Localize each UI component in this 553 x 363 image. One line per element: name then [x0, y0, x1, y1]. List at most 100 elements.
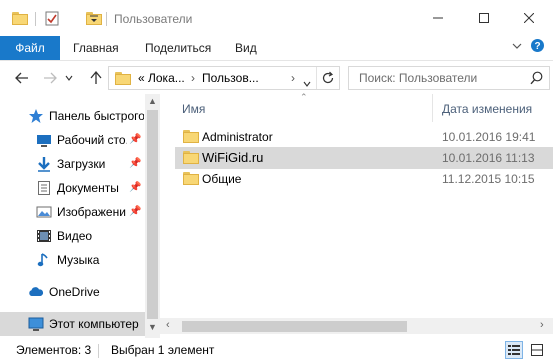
nav-item-label: Панель быстрого	[49, 109, 144, 123]
nav-item-label: OneDrive	[49, 285, 100, 299]
file-list: ⌃ Имя Дата изменения Administrator 10.01…	[160, 92, 553, 338]
scroll-right-icon[interactable]: ›	[540, 319, 544, 331]
maximize-button[interactable]	[461, 5, 507, 31]
selection-count: Выбран 1 элемент	[111, 343, 215, 357]
large-icons-view-button[interactable]	[528, 341, 546, 359]
horizontal-scrollbar[interactable]: ‹ ›	[160, 318, 553, 334]
address-divider	[316, 67, 317, 89]
breadcrumb-local-disk[interactable]: Лока...	[148, 71, 185, 85]
item-count: Элементов: 3	[16, 343, 92, 357]
nav-item-label: Видео	[57, 229, 93, 243]
expand-ribbon-icon[interactable]	[512, 41, 522, 53]
help-icon[interactable]: ?	[530, 38, 545, 56]
back-button[interactable]	[12, 68, 32, 88]
explorer-window: Пользователи Файл Главная Поделиться Вид…	[0, 0, 553, 363]
pin-icon[interactable]: 📌	[129, 206, 141, 217]
folder-icon	[183, 130, 199, 143]
address-dropdown-icon[interactable]	[303, 76, 311, 90]
download-icon	[36, 156, 52, 172]
pin-icon[interactable]: 📌	[129, 182, 141, 193]
tab-share[interactable]: Поделиться	[145, 41, 211, 55]
tab-home[interactable]: Главная	[73, 41, 119, 55]
search-icon[interactable]	[530, 71, 543, 88]
status-bar: Элементов: 3 Выбран 1 элемент	[0, 338, 553, 363]
breadcrumb-prefix[interactable]: «	[138, 71, 145, 85]
refresh-icon[interactable]	[321, 71, 335, 88]
nav-item-desktop[interactable]: Рабочий сто. 📌	[0, 128, 145, 152]
nav-item-label: Этот компьютер	[49, 317, 139, 331]
tab-view[interactable]: Вид	[235, 41, 257, 55]
pictures-icon	[36, 204, 52, 220]
nav-item-label: Загрузки	[57, 157, 106, 171]
details-view-button[interactable]	[505, 341, 523, 359]
file-row[interactable]: WiFiGid.ru 10.01.2016 11:13	[175, 147, 553, 169]
computer-icon	[28, 316, 44, 332]
recent-locations-icon[interactable]	[62, 68, 76, 88]
scroll-thumb[interactable]	[182, 321, 407, 332]
folder-icon	[12, 12, 28, 25]
forward-button[interactable]	[40, 68, 60, 88]
tab-file[interactable]: Файл	[0, 36, 60, 60]
scroll-thumb[interactable]	[147, 110, 158, 319]
status-separator	[98, 344, 99, 358]
sort-caret-icon: ⌃	[300, 92, 308, 102]
nav-item-downloads[interactable]: Загрузки 📌	[0, 152, 145, 176]
nav-item-label: Музыка	[57, 253, 100, 267]
nav-item-documents[interactable]: Документы 📌	[0, 176, 145, 200]
star-icon	[28, 108, 44, 124]
file-row[interactable]: Общие 11.12.2015 10:15	[175, 168, 553, 190]
file-name: Общие	[202, 172, 242, 186]
title-separator	[106, 12, 107, 26]
nav-item-label: Документы	[57, 181, 119, 195]
address-bar[interactable]: « Лока... › Пользов... ›	[108, 66, 340, 90]
window-title: Пользователи	[114, 12, 193, 26]
customize-toolbar-icon[interactable]	[89, 13, 99, 23]
column-header-date[interactable]: Дата изменения	[442, 102, 532, 116]
nav-item-onedrive[interactable]: OneDrive	[0, 280, 145, 304]
up-button[interactable]	[86, 68, 106, 88]
nav-item-this-pc[interactable]: Этот компьютер	[0, 312, 145, 336]
scroll-up-icon[interactable]: ▲	[148, 96, 157, 106]
nav-item-label: Изображени	[57, 205, 126, 219]
scroll-down-icon[interactable]: ▼	[148, 322, 157, 332]
folder-icon	[183, 151, 199, 164]
cloud-icon	[28, 284, 44, 300]
svg-text:?: ?	[534, 41, 540, 52]
pin-icon[interactable]: 📌	[129, 134, 141, 145]
nav-item-pictures[interactable]: Изображени 📌	[0, 200, 145, 224]
breadcrumb-chevron-icon[interactable]: ›	[291, 71, 295, 85]
documents-icon	[36, 180, 52, 196]
scroll-left-icon[interactable]: ‹	[166, 319, 170, 331]
address-row: « Лока... › Пользов... › Поиск: Пользова…	[0, 60, 553, 94]
breadcrumb-chevron-icon[interactable]: ›	[191, 71, 195, 85]
minimize-button[interactable]	[415, 5, 461, 31]
search-box[interactable]: Поиск: Пользователи	[348, 66, 550, 90]
navigation-pane: Панель быстрого Рабочий сто. 📌 Загрузки …	[0, 94, 160, 338]
file-date: 10.01.2016 19:41	[442, 130, 536, 144]
properties-icon[interactable]	[45, 11, 59, 26]
close-button[interactable]	[506, 5, 552, 31]
breadcrumb-users[interactable]: Пользов...	[202, 71, 259, 85]
file-name: Administrator	[202, 130, 273, 144]
title-bar: Пользователи	[0, 0, 553, 33]
ribbon: Файл Главная Поделиться Вид ?	[0, 33, 553, 60]
toolbar-separator	[35, 12, 36, 26]
file-date: 10.01.2016 11:13	[442, 151, 535, 165]
pin-icon[interactable]: 📌	[129, 158, 141, 169]
desktop-icon	[36, 132, 52, 148]
video-icon	[36, 228, 52, 244]
file-row[interactable]: Administrator 10.01.2016 19:41	[175, 126, 553, 148]
file-name: WiFiGid.ru	[202, 150, 264, 165]
folder-icon	[115, 72, 131, 85]
nav-item-label: Рабочий сто.	[57, 133, 127, 147]
search-placeholder[interactable]: Поиск: Пользователи	[359, 71, 477, 85]
nav-item-videos[interactable]: Видео	[0, 224, 145, 248]
file-date: 11.12.2015 10:15	[442, 172, 535, 186]
folder-icon	[183, 172, 199, 185]
nav-item-music[interactable]: Музыка	[0, 248, 145, 272]
nav-scrollbar[interactable]: ▲ ▼	[145, 94, 160, 338]
music-icon	[36, 252, 52, 268]
column-separator[interactable]	[432, 94, 433, 122]
nav-item-quick-access[interactable]: Панель быстрого	[0, 104, 145, 128]
column-header-name[interactable]: Имя	[182, 102, 205, 116]
